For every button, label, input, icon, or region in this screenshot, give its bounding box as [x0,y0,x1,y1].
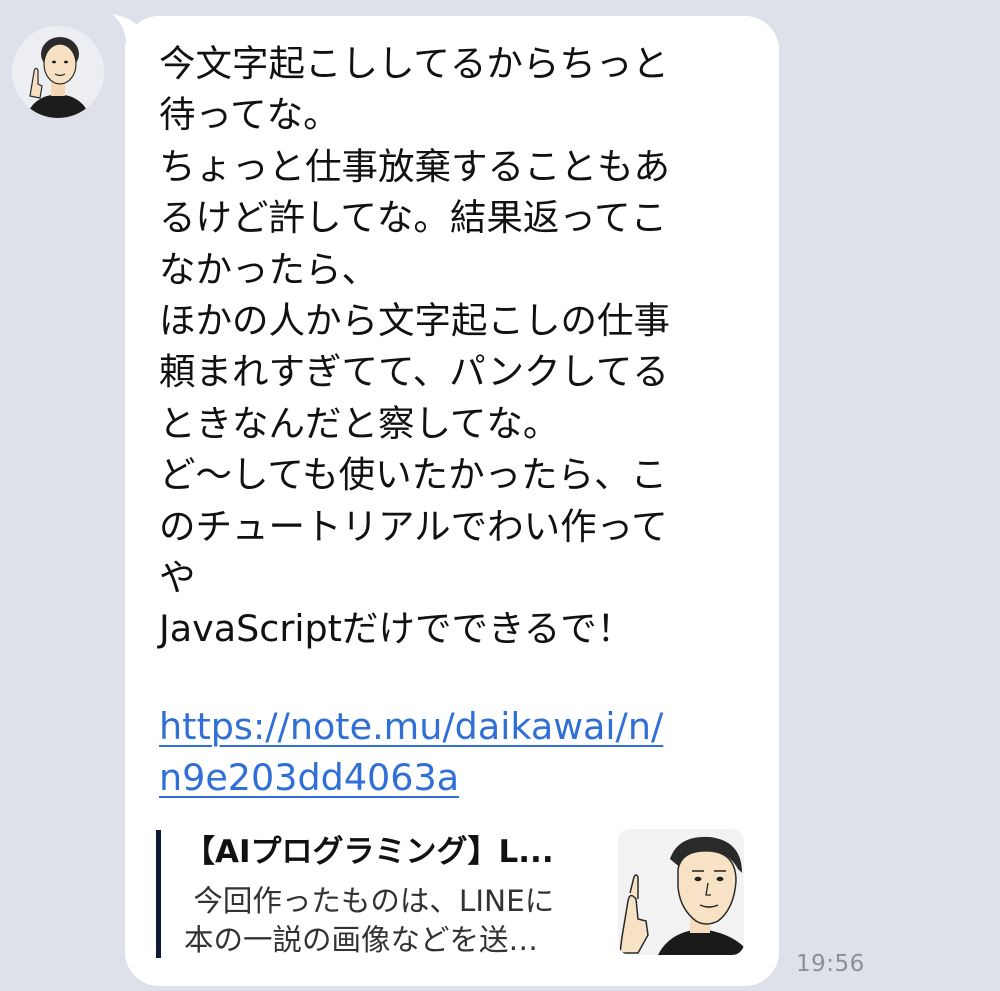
thumbnail-illustration [618,829,744,955]
preview-thumbnail [618,829,744,955]
avatar-illustration [12,26,104,118]
message-timestamp: 19:56 [796,951,865,977]
preview-accent-bar [156,830,161,958]
preview-description: 今回作ったものは、LINEに 本の一説の画像などを送… [184,884,555,957]
link-preview-card[interactable]: 【AIプログラミング】L... 今回作ったものは、LINEに 本の一説の画像など… [156,826,756,958]
sender-avatar[interactable] [12,26,104,118]
message-link[interactable]: https://note.mu/daikawai/n/ n9e203dd4063… [159,701,719,804]
preview-title: 【AIプログラミング】L... [184,834,554,870]
message-text: 今文字起こししてるからちっと 待ってな。 ちょっと仕事放棄することもあ るけど許… [159,42,670,651]
